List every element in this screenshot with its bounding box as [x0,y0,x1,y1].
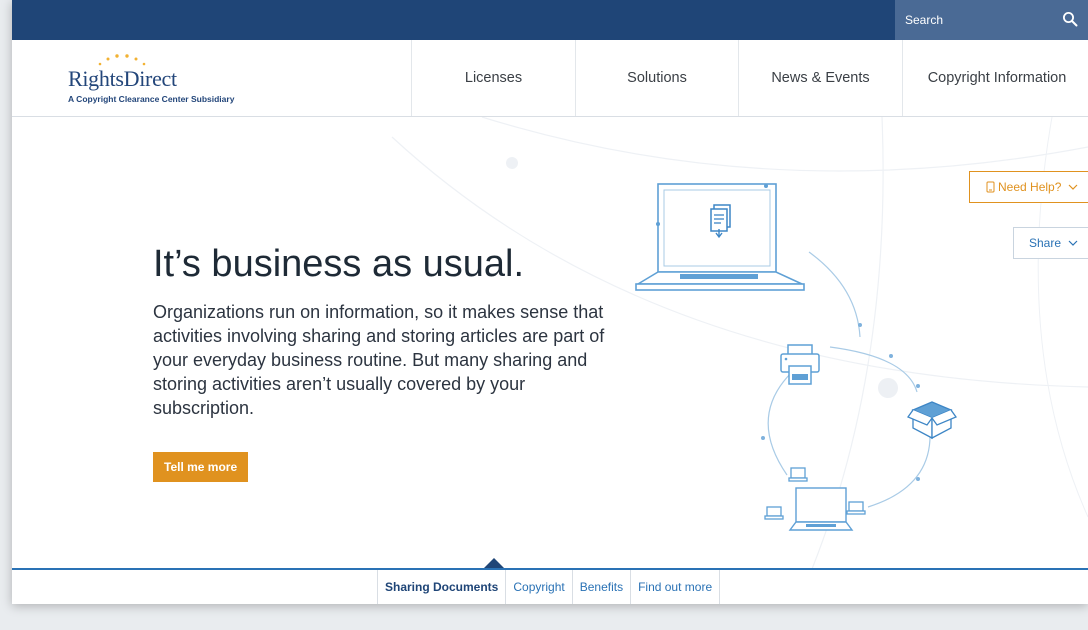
tab-copyright[interactable]: Copyright [506,570,573,604]
tab-find-out-more[interactable]: Find out more [631,570,721,604]
logo-tagline: A Copyright Clearance Center Subsidiary [68,94,235,104]
laptop-icon [635,183,805,291]
nav-item-licenses[interactable]: Licenses [411,40,575,116]
logo-name: RightsDirect [68,66,177,91]
hero-body: Organizations run on information, so it … [153,302,605,418]
box-icon [907,401,957,440]
tablet-left-icon [764,506,784,520]
search-icon[interactable] [1062,11,1078,27]
need-help-button[interactable]: Need Help? [969,171,1088,203]
tab-benefits[interactable]: Benefits [573,570,632,604]
top-bar [12,0,1088,40]
nav-item-copyright-information[interactable]: Copyright Information [902,40,1088,116]
hero-title: It’s business as usual. [153,243,525,285]
logo[interactable]: RightsDirect A Copyright Clearance Cente… [68,52,268,108]
share-button[interactable]: Share [1013,227,1088,259]
chevron-down-icon [1068,184,1078,190]
phone-icon [986,181,995,193]
need-help-label: Need Help? [998,180,1062,194]
share-label: Share [1029,236,1062,250]
page: RightsDirect A Copyright Clearance Cente… [12,0,1088,604]
nav-item-news-events[interactable]: News & Events [738,40,902,116]
printer-icon [780,344,820,385]
tablet-right-icon [846,501,866,515]
main-nav: Licenses Solutions News & Events Copyrig… [411,40,1088,116]
search-box[interactable] [895,0,1088,40]
section-tabs: Sharing Documents Copyright Benefits Fin… [377,570,721,604]
tab-sharing-documents[interactable]: Sharing Documents [377,570,507,604]
tell-me-more-button[interactable]: Tell me more [153,452,249,482]
active-tab-caret [484,558,504,568]
site-header: RightsDirect A Copyright Clearance Cente… [12,40,1088,117]
laptop-small-icon [788,487,854,531]
phone-icon [788,467,808,482]
document-icon [710,204,731,239]
search-input[interactable] [895,4,1057,36]
chevron-down-icon [1068,240,1078,246]
nav-item-solutions[interactable]: Solutions [575,40,738,116]
